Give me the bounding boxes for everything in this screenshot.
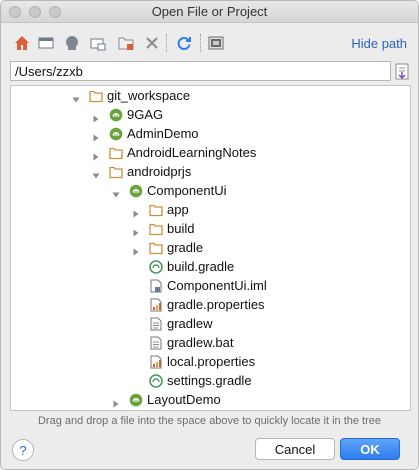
tree-row[interactable]: app bbox=[11, 200, 410, 220]
open-file-dialog: Open File or Project Hide path /Users/zz… bbox=[0, 0, 419, 470]
tree-row[interactable]: build bbox=[11, 219, 410, 239]
expand-arrow-icon[interactable] bbox=[131, 243, 141, 256]
tree-row[interactable]: gradle bbox=[11, 238, 410, 258]
project-icon[interactable] bbox=[63, 34, 81, 52]
expand-arrow-icon[interactable] bbox=[131, 224, 141, 237]
expand-arrow-icon[interactable] bbox=[91, 129, 101, 142]
gradle-file-icon bbox=[149, 260, 163, 274]
collapse-arrow-icon[interactable] bbox=[91, 167, 101, 179]
tree-row-label: ComponentUi.iml bbox=[167, 278, 267, 293]
tree-row[interactable]: ComponentUi bbox=[11, 181, 410, 201]
android-module-icon bbox=[109, 127, 123, 141]
android-module-icon bbox=[109, 108, 123, 122]
tree-row-label: 9GAG bbox=[127, 107, 164, 122]
tree-row[interactable]: build.gradle bbox=[11, 257, 410, 277]
tree-row-label: gradle bbox=[167, 240, 204, 255]
desktop-icon[interactable] bbox=[37, 34, 55, 52]
expand-arrow-icon[interactable] bbox=[131, 205, 141, 218]
home-icon[interactable] bbox=[13, 34, 31, 52]
text-file-icon bbox=[149, 336, 163, 350]
collapse-arrow-icon[interactable] bbox=[71, 91, 81, 103]
tree-row[interactable]: gradlew.bat bbox=[11, 333, 410, 353]
tree-row[interactable]: gradle.properties bbox=[11, 295, 410, 315]
text-file-icon bbox=[149, 317, 163, 331]
properties-file-icon bbox=[149, 298, 163, 312]
tree-row-label: gradlew.bat bbox=[167, 335, 234, 350]
tree-row-label: app bbox=[167, 202, 189, 217]
module-icon[interactable] bbox=[89, 34, 107, 52]
tree-row-label: local.properties bbox=[167, 354, 256, 369]
help-button[interactable]: ? bbox=[12, 439, 34, 461]
tree-row[interactable]: local.properties bbox=[11, 352, 410, 372]
toolbar-separator bbox=[166, 34, 167, 52]
tree-row-label: gradlew bbox=[167, 316, 213, 331]
tree-row-label: AdminDemo bbox=[127, 126, 199, 141]
refresh-icon[interactable] bbox=[175, 34, 193, 52]
path-input[interactable] bbox=[10, 61, 391, 81]
drag-drop-hint: Drag and drop a file into the space abov… bbox=[37, 415, 382, 427]
path-history-icon[interactable] bbox=[394, 62, 410, 80]
iml-file-icon bbox=[149, 279, 163, 293]
ok-button[interactable]: OK bbox=[340, 438, 400, 460]
tree-row-label: build bbox=[167, 221, 195, 236]
tree-row[interactable]: 9GAG bbox=[11, 105, 410, 125]
expand-arrow-icon[interactable] bbox=[91, 110, 101, 123]
tree-row-label: git_workspace bbox=[107, 88, 191, 103]
folder-icon bbox=[149, 241, 163, 255]
tree-row-label: gradle.properties bbox=[167, 297, 265, 312]
tree-row-label: settings.gradle bbox=[167, 373, 252, 388]
tree-row[interactable]: gradlew bbox=[11, 314, 410, 334]
delete-icon[interactable] bbox=[143, 34, 161, 52]
expand-arrow-icon[interactable] bbox=[111, 395, 121, 408]
folder-icon bbox=[109, 146, 123, 160]
gradle-file-icon bbox=[149, 374, 163, 388]
folder-icon bbox=[109, 165, 123, 179]
folder-icon bbox=[149, 203, 163, 217]
folder-icon bbox=[89, 89, 103, 103]
collapse-arrow-icon[interactable] bbox=[111, 186, 121, 198]
tree-row[interactable]: AndroidLearningNotes bbox=[11, 143, 410, 163]
expand-arrow-icon[interactable] bbox=[91, 148, 101, 161]
cancel-button[interactable]: Cancel bbox=[255, 438, 335, 460]
tree-row[interactable]: LayoutDemo bbox=[11, 390, 410, 410]
android-module-icon bbox=[129, 184, 143, 198]
file-tree[interactable]: git_workspace 9GAG AdminDemo AndroidLearnin… bbox=[10, 85, 411, 411]
android-module-icon bbox=[129, 393, 143, 407]
tree-row[interactable]: ComponentUi.iml bbox=[11, 276, 410, 296]
tree-row[interactable]: androidprjs bbox=[11, 162, 410, 182]
hide-path-link[interactable]: Hide path bbox=[351, 36, 407, 51]
tree-row-label: ComponentUi bbox=[147, 183, 227, 198]
tree-row[interactable]: settings.gradle bbox=[11, 371, 410, 391]
toolbar-separator bbox=[200, 34, 201, 52]
tree-row[interactable]: AdminDemo bbox=[11, 124, 410, 144]
tree-row-label: LayoutDemo bbox=[147, 392, 221, 407]
tree-row-label: AndroidLearningNotes bbox=[127, 145, 257, 160]
show-hidden-icon[interactable] bbox=[207, 34, 225, 52]
tree-row[interactable]: git_workspace bbox=[11, 86, 410, 106]
tree-row-label: build.gradle bbox=[167, 259, 235, 274]
tree-row-label: androidprjs bbox=[127, 164, 192, 179]
folder-icon bbox=[149, 222, 163, 236]
toolbar: Hide path bbox=[1, 24, 418, 62]
window-title: Open File or Project bbox=[151, 4, 268, 19]
title-bar: Open File or Project bbox=[1, 1, 418, 23]
new-folder-icon[interactable] bbox=[117, 34, 135, 52]
properties-file-icon bbox=[149, 355, 163, 369]
